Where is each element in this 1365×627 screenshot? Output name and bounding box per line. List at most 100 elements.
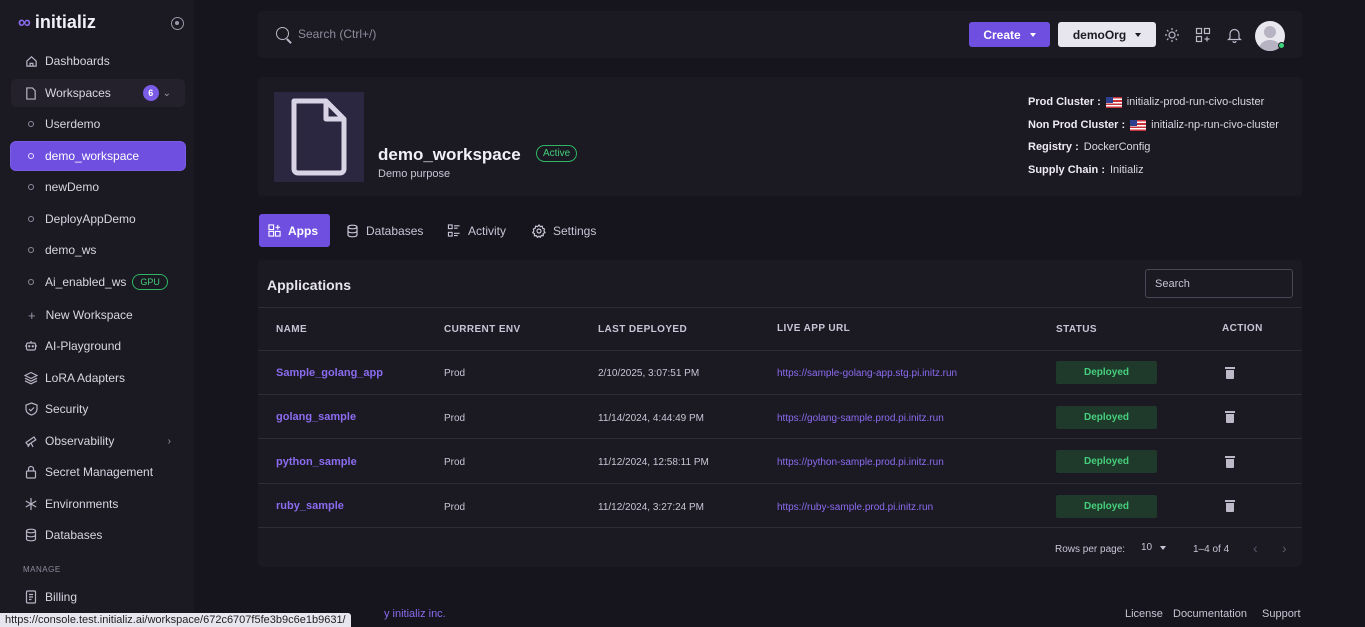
app-env: Prod <box>444 457 466 468</box>
column-header-status[interactable]: STATUS <box>1056 324 1097 335</box>
apps-grid-icon[interactable] <box>1195 27 1211 43</box>
sidebar-collapse-icon[interactable] <box>171 17 184 30</box>
column-header-last-deployed[interactable]: LAST DEPLOYED <box>598 324 687 335</box>
app-last-deployed: 11/14/2024, 4:44:49 PM <box>598 413 705 424</box>
sidebar-item-label: Secret Management <box>45 465 154 479</box>
nonprod-cluster-value: initializ-np-run-civo-cluster <box>1151 119 1279 131</box>
applications-card: Applications NAME CURRENT ENV LAST DEPLO… <box>258 260 1302 567</box>
column-header-name[interactable]: NAME <box>276 324 307 335</box>
app-name-link[interactable]: golang_sample <box>276 411 356 423</box>
app-url-link[interactable]: https://python-sample.prod.pi.initz.run <box>777 457 944 468</box>
org-selector[interactable]: demoOrg <box>1058 22 1156 47</box>
shield-icon <box>24 402 38 416</box>
chevron-left-icon[interactable]: ‹ <box>1253 540 1258 556</box>
footer-support-link[interactable]: Support <box>1262 608 1301 620</box>
column-header-env[interactable]: CURRENT ENV <box>444 324 521 335</box>
trash-icon[interactable] <box>1225 500 1235 512</box>
rows-per-page-select[interactable]: 10 <box>1141 542 1167 553</box>
database-icon <box>24 528 38 542</box>
home-icon <box>24 54 38 68</box>
app-name-link[interactable]: ruby_sample <box>276 500 344 512</box>
sidebar-item-newdemo[interactable]: newDemo <box>11 173 185 201</box>
footer-copyright[interactable]: y initializ inc. <box>384 608 446 620</box>
tab-databases[interactable]: Databases <box>337 214 432 247</box>
sidebar-item-secret-management[interactable]: Secret Management <box>11 458 185 486</box>
sidebar-item-billing[interactable]: Billing <box>11 583 185 611</box>
divider <box>258 483 1302 484</box>
trash-icon[interactable] <box>1225 456 1235 468</box>
sidebar-item-new-workspace[interactable]: + New Workspace <box>11 301 185 329</box>
workspace-description: Demo purpose <box>378 168 451 180</box>
chevron-right-icon[interactable]: › <box>168 436 171 447</box>
manage-section-label: MANAGE <box>23 565 61 574</box>
telescope-icon <box>24 434 38 448</box>
plus-icon: + <box>28 307 36 323</box>
tab-settings[interactable]: Settings <box>523 214 605 247</box>
sidebar-item-userdemo[interactable]: Userdemo <box>11 110 185 138</box>
sidebar-item-label: Environments <box>45 497 119 511</box>
us-flag-icon <box>1105 96 1122 108</box>
app-url-link[interactable]: https://sample-golang-app.stg.pi.initz.r… <box>777 368 957 379</box>
org-selector-label: demoOrg <box>1072 27 1127 42</box>
sidebar-item-ai-playground[interactable]: AI-Playground <box>11 332 185 360</box>
app-env: Prod <box>444 413 466 424</box>
column-header-action: ACTION <box>1222 323 1263 334</box>
create-button[interactable]: Create <box>969 22 1050 47</box>
sidebar-item-ai-enabled-ws[interactable]: Ai_enabled_ws GPU <box>11 268 185 296</box>
chevron-right-icon[interactable]: › <box>1282 540 1287 556</box>
sidebar-item-dashboards[interactable]: Dashboards <box>11 47 185 75</box>
sidebar-item-demo-ws[interactable]: demo_ws <box>11 236 185 264</box>
footer-documentation-link[interactable]: Documentation <box>1173 608 1247 620</box>
sidebar-item-workspaces[interactable]: Workspaces 6 ⌄ <box>11 79 185 107</box>
sidebar-item-demo-workspace[interactable]: demo_workspace <box>11 142 185 170</box>
circle-icon <box>28 216 34 222</box>
app-url-link[interactable]: https://ruby-sample.prod.pi.initz.run <box>777 502 933 513</box>
sidebar-item-deployappdemo[interactable]: DeployAppDemo <box>11 205 185 233</box>
document-icon <box>291 98 347 176</box>
app-env: Prod <box>444 502 466 513</box>
app-url-link[interactable]: https://golang-sample.prod.pi.initz.run <box>777 413 944 424</box>
app-name-link[interactable]: Sample_golang_app <box>276 367 383 379</box>
search-icon <box>276 27 289 40</box>
tab-label: Activity <box>468 223 507 238</box>
applications-search-input[interactable] <box>1145 269 1293 298</box>
nonprod-cluster-info: Non Prod Cluster : initializ-np-run-civo… <box>1028 119 1279 131</box>
app-name-link[interactable]: python_sample <box>276 456 357 468</box>
global-search-input[interactable] <box>298 23 598 45</box>
brand-logo[interactable]: ∞ initializ <box>18 12 96 33</box>
bell-icon[interactable] <box>1226 27 1242 43</box>
sidebar-item-databases[interactable]: Databases <box>11 521 185 549</box>
gpu-badge: GPU <box>132 274 168 290</box>
us-flag-icon <box>1130 119 1147 131</box>
sidebar-item-observability[interactable]: Observability › <box>11 427 185 455</box>
gear-icon <box>532 223 546 238</box>
registry-value: DockerConfig <box>1083 141 1151 153</box>
trash-icon[interactable] <box>1225 411 1235 423</box>
workspace-header-card: demo_workspace Active Demo purpose Prod … <box>258 77 1302 196</box>
divider <box>258 527 1302 528</box>
tab-label: Databases <box>366 223 424 238</box>
app-last-deployed: 11/12/2024, 12:58:11 PM <box>598 457 709 468</box>
snowflake-icon <box>24 497 38 511</box>
sidebar-item-label: Databases <box>45 528 103 542</box>
sidebar-item-label: demo_workspace <box>45 149 140 163</box>
layers-icon <box>24 371 38 385</box>
tab-apps[interactable]: Apps <box>259 214 330 247</box>
sidebar-item-environments[interactable]: Environments <box>11 490 185 518</box>
online-status-dot <box>1278 42 1285 49</box>
pagination-range: 1–4 of 4 <box>1193 544 1230 555</box>
browser-status-url: https://console.test.initializ.ai/worksp… <box>0 613 351 627</box>
column-header-url[interactable]: LIVE APP URL <box>777 323 850 334</box>
circle-icon <box>28 247 34 253</box>
footer-license-link[interactable]: License <box>1125 608 1163 620</box>
circle-icon <box>28 279 34 285</box>
trash-icon[interactable] <box>1225 367 1235 379</box>
chevron-down-icon[interactable]: ⌄ <box>163 88 171 99</box>
tab-activity[interactable]: Activity <box>438 214 515 247</box>
sun-icon[interactable] <box>1164 27 1180 43</box>
divider <box>258 307 1302 308</box>
sidebar-item-security[interactable]: Security <box>11 395 185 423</box>
workspace-thumbnail <box>274 92 364 182</box>
registry-info: Registry : DockerConfig <box>1028 141 1150 153</box>
sidebar-item-lora-adapters[interactable]: LoRA Adapters <box>11 364 185 392</box>
